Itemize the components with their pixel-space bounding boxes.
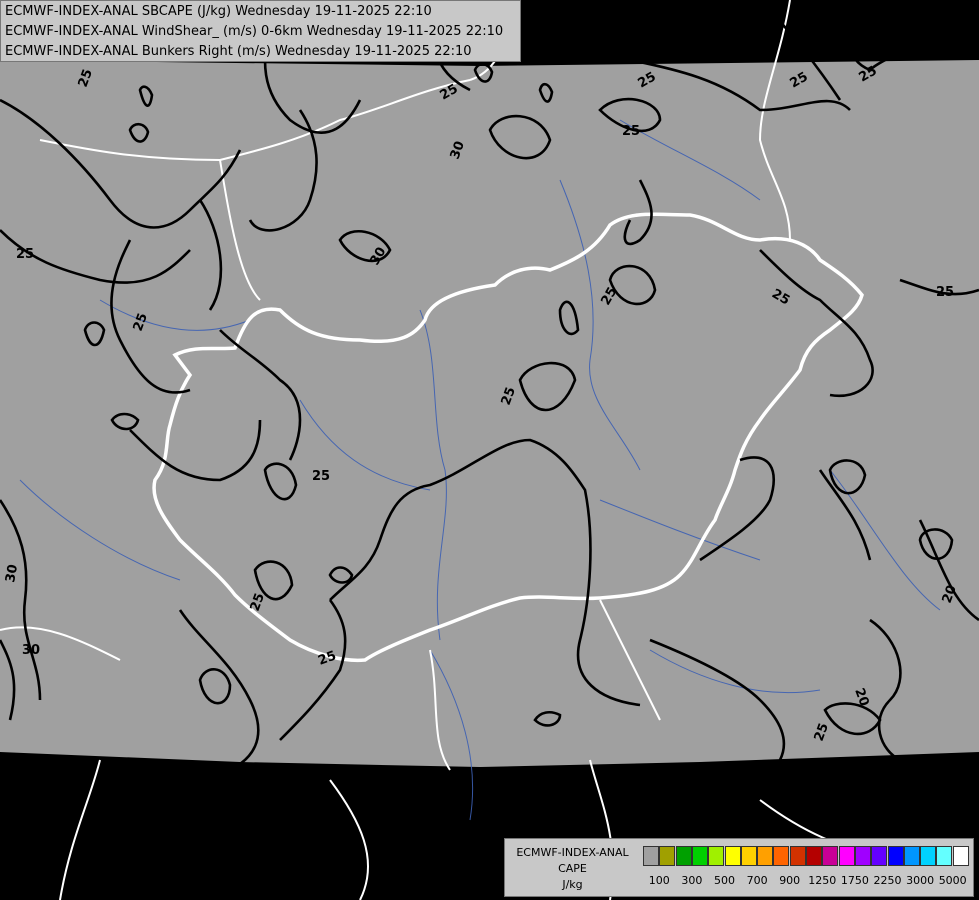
legend-tick-label: 500 <box>714 874 735 887</box>
legend-tick-label: 1750 <box>840 874 869 887</box>
contour-label: 25 <box>16 247 34 262</box>
legend-swatch <box>838 846 855 866</box>
legend-swatch <box>643 846 659 866</box>
contour-label: 25 <box>622 124 640 139</box>
contour-label: 30 <box>3 563 21 583</box>
legend-tick-label: 5000 <box>938 874 967 887</box>
legend-swatch <box>659 846 676 866</box>
legend-swatch <box>871 846 888 866</box>
legend-tick-label: 2250 <box>873 874 902 887</box>
legend-swatch <box>952 846 969 866</box>
legend-swatch <box>822 846 839 866</box>
contour-label: 25 <box>936 285 954 300</box>
header-line-windshear: ECMWF-INDEX-ANAL WindShear_ (m/s) 0-6km … <box>5 24 504 39</box>
legend-title-variable: CAPE <box>558 862 587 875</box>
legend-swatch <box>773 846 790 866</box>
legend-swatch <box>708 846 725 866</box>
legend-swatch <box>806 846 822 866</box>
legend-swatch <box>675 846 692 866</box>
legend-tick-label: 700 <box>746 874 768 887</box>
legend-swatch <box>724 846 741 866</box>
weather-map: 25 25 25 25 25 30 30 25 25 25 25 25 25 2… <box>0 0 979 900</box>
header-line-bunkers: ECMWF-INDEX-ANAL Bunkers Right (m/s) Wed… <box>5 44 472 59</box>
legend-tick-label: 1250 <box>808 874 837 887</box>
legend-swatch <box>789 846 806 866</box>
contour-label: 25 <box>312 469 330 484</box>
legend-swatch <box>936 846 953 866</box>
legend-swatch <box>920 846 937 866</box>
model-domain <box>0 60 979 767</box>
legend-title-model: ECMWF-INDEX-ANAL <box>516 846 629 859</box>
legend-swatch <box>740 846 757 866</box>
legend-tick-label: 100 <box>648 874 670 887</box>
legend-swatch <box>887 846 904 866</box>
legend-tick-label: 3000 <box>906 874 935 887</box>
legend-swatch <box>757 846 774 866</box>
legend-title-unit: J/kg <box>562 878 583 891</box>
legend-swatch <box>854 846 871 866</box>
legend-tick-label: 900 <box>779 874 801 887</box>
legend-tick-label: 300 <box>681 874 703 887</box>
cape-legend: ECMWF-INDEX-ANAL CAPE J/kg 100 300 500 700 9… <box>504 838 974 897</box>
contour-label: 30 <box>22 643 40 658</box>
map-header: ECMWF-INDEX-ANAL SBCAPE (J/kg) Wednesday… <box>0 0 521 62</box>
legend-swatch <box>903 846 920 866</box>
legend-swatch <box>691 846 708 866</box>
header-line-sbcape: ECMWF-INDEX-ANAL SBCAPE (J/kg) Wednesday… <box>5 4 432 19</box>
